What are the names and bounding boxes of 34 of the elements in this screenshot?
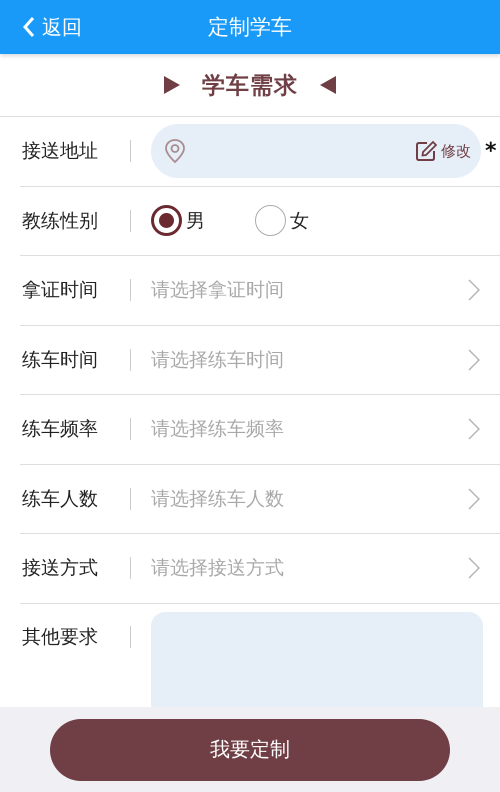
radio-option[interactable]: 男 xyxy=(151,205,205,236)
field-label: 练车时间 xyxy=(20,348,131,371)
back-button[interactable]: 返回 xyxy=(22,14,82,40)
field-label: 其他要求 xyxy=(20,626,131,648)
address-field[interactable]: 修改 xyxy=(151,124,481,178)
left-triangle-icon xyxy=(320,76,336,94)
right-triangle-icon xyxy=(164,76,180,94)
field-label: 练车频率 xyxy=(20,418,131,440)
field-label: 拿证时间 xyxy=(20,279,131,302)
location-pin-icon xyxy=(163,138,187,164)
select-placeholder[interactable]: 请选择练车时间 xyxy=(151,346,468,373)
field-label: 教练性别 xyxy=(20,210,131,232)
edit-button[interactable]: 修改 xyxy=(415,140,471,162)
section-title: 学车需求 xyxy=(202,70,298,100)
back-chevron-icon xyxy=(22,16,36,38)
radio-circle[interactable] xyxy=(255,205,286,236)
field-label: 接送地址 xyxy=(20,140,131,162)
required-mark: * xyxy=(485,138,497,164)
chevron-right-icon[interactable] xyxy=(468,418,480,440)
radio-circle[interactable] xyxy=(151,205,182,236)
page-title: 定制学车 xyxy=(208,14,292,41)
select-placeholder[interactable]: 请选择练车频率 xyxy=(151,416,468,442)
field-label: 练车人数 xyxy=(20,488,131,510)
select-placeholder[interactable]: 请选择练车人数 xyxy=(151,486,468,512)
submit-button[interactable]: 我要定制 xyxy=(50,718,450,780)
chevron-right-icon[interactable] xyxy=(468,488,480,510)
field-label: 接送方式 xyxy=(20,557,131,580)
select-placeholder[interactable]: 请选择接送方式 xyxy=(151,555,468,582)
radio-option[interactable]: 女 xyxy=(255,205,309,236)
chevron-right-icon[interactable] xyxy=(468,557,480,580)
chevron-right-icon[interactable] xyxy=(468,279,480,302)
select-placeholder[interactable]: 请选择拿证时间 xyxy=(151,277,468,304)
chevron-right-icon[interactable] xyxy=(468,348,480,371)
edit-icon xyxy=(415,140,437,162)
